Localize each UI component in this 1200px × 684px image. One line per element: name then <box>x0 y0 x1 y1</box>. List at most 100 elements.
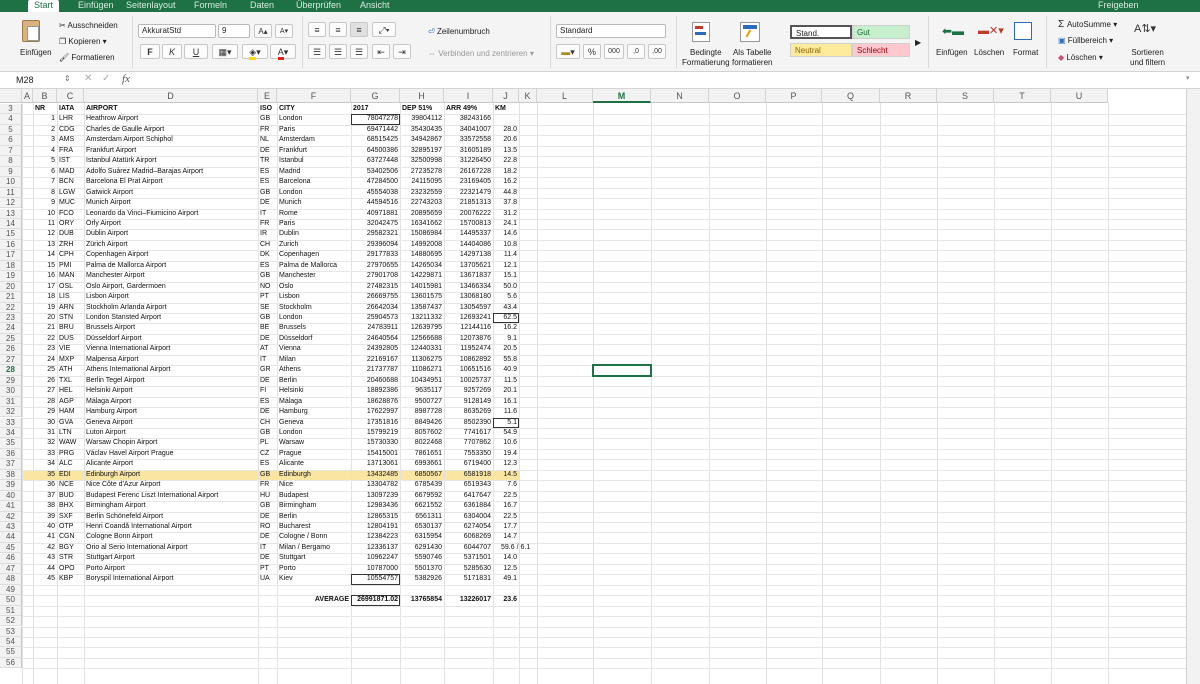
select-all-corner[interactable] <box>0 89 22 103</box>
cell[interactable]: 10.8 <box>493 240 519 250</box>
insert-cells-label[interactable]: Einfügen <box>936 48 968 58</box>
cell[interactable]: 14229871 <box>400 271 444 281</box>
cell[interactable]: Nice Côte d'Azur Airport <box>84 480 258 490</box>
shrink-font-button[interactable]: A▾ <box>275 24 293 38</box>
cell[interactable]: Malpensa Airport <box>84 355 258 365</box>
cell[interactable]: ARR 49% <box>444 104 493 114</box>
cell[interactable]: Boryspil International Airport <box>84 574 258 584</box>
cell[interactable]: Helsinki Airport <box>84 386 258 396</box>
name-box-stepper[interactable]: ⇕ <box>64 74 71 83</box>
cell[interactable]: ES <box>258 167 277 177</box>
column-header-k[interactable]: K <box>519 89 537 103</box>
cell[interactable]: 21 <box>33 323 57 333</box>
cell[interactable]: 43 <box>33 553 57 563</box>
cell[interactable]: 9500727 <box>400 397 444 407</box>
cell[interactable]: MAN <box>57 271 84 281</box>
cell[interactable]: 16.7 <box>493 501 519 511</box>
cell[interactable]: 14.7 <box>493 532 519 542</box>
cell[interactable]: Brussels <box>277 323 351 333</box>
cell[interactable]: 27 <box>33 386 57 396</box>
cell[interactable]: DE <box>258 512 277 522</box>
cell[interactable]: 18.2 <box>493 167 519 177</box>
cell[interactable]: PRG <box>57 449 84 459</box>
cell[interactable]: 24640564 <box>351 334 400 344</box>
cell[interactable]: Lisbon Airport <box>84 292 258 302</box>
cell[interactable]: LTN <box>57 428 84 438</box>
cell[interactable]: London <box>277 313 351 323</box>
cell[interactable]: DE <box>258 334 277 344</box>
function-icon[interactable]: fx <box>122 73 130 85</box>
borders-button[interactable]: ▦▾ <box>212 44 238 59</box>
cell[interactable]: 11.6 <box>493 407 519 417</box>
cell[interactable]: ATH <box>57 365 84 375</box>
cell[interactable]: 14015981 <box>400 282 444 292</box>
cell[interactable]: HEL <box>57 386 84 396</box>
decrease-indent-button[interactable]: ⇤ <box>372 44 390 59</box>
row-header[interactable]: 14 <box>0 218 22 230</box>
cell[interactable]: 20460688 <box>351 376 400 386</box>
cell[interactable]: 15086984 <box>400 229 444 239</box>
cell[interactable]: 12804191 <box>351 522 400 532</box>
cell[interactable]: 6 <box>33 167 57 177</box>
cell[interactable]: DE <box>258 376 277 386</box>
cell[interactable]: 4 <box>33 146 57 156</box>
column-header-i[interactable]: I <box>444 89 493 103</box>
row-header[interactable]: 30 <box>0 386 22 397</box>
cell[interactable]: London Stansted Airport <box>84 313 258 323</box>
row-header[interactable]: 37 <box>0 459 22 470</box>
cell[interactable]: LHR <box>57 114 84 124</box>
cell[interactable]: Nice <box>277 480 351 490</box>
cell[interactable]: KM <box>493 104 519 114</box>
row-header[interactable]: 12 <box>0 198 22 209</box>
align-bottom-button[interactable]: ≡ <box>350 22 368 37</box>
cell[interactable]: 7.6 <box>493 480 519 490</box>
cell[interactable]: Oslo <box>277 282 351 292</box>
cell[interactable]: 16.1 <box>493 397 519 407</box>
cell[interactable]: CH <box>258 418 277 428</box>
cell[interactable]: MXP <box>57 355 84 365</box>
column-header-t[interactable]: T <box>994 89 1051 103</box>
cell[interactable] <box>493 114 519 124</box>
cell[interactable]: STR <box>57 553 84 563</box>
cell[interactable]: Charles de Gaulle Airport <box>84 125 258 135</box>
cell[interactable]: ALC <box>57 459 84 469</box>
cell[interactable]: 6993661 <box>400 459 444 469</box>
cell[interactable]: 12.3 <box>493 459 519 469</box>
underline-button[interactable]: U <box>184 44 208 59</box>
cell[interactable]: 63727448 <box>351 156 400 166</box>
cell[interactable]: 13601575 <box>400 292 444 302</box>
cell[interactable]: KBP <box>57 574 84 584</box>
cell[interactable]: BRU <box>57 323 84 333</box>
cell[interactable]: Manchester Airport <box>84 271 258 281</box>
conditional-format-label[interactable]: Bedingte Formatierung <box>682 48 730 68</box>
cell[interactable]: 27970655 <box>351 261 400 271</box>
cell[interactable]: 20 <box>33 313 57 323</box>
cell[interactable]: 42 <box>33 543 57 553</box>
cell[interactable]: ES <box>258 397 277 407</box>
cell[interactable]: Warsaw Chopin Airport <box>84 438 258 448</box>
cell[interactable]: 13713061 <box>351 459 400 469</box>
cell[interactable]: 15415001 <box>351 449 400 459</box>
cell[interactable]: 22.5 <box>493 512 519 522</box>
increase-indent-button[interactable]: ⇥ <box>393 44 411 59</box>
cell[interactable]: 20076222 <box>444 209 493 219</box>
grow-font-button[interactable]: A▴ <box>254 24 272 38</box>
cell[interactable]: Geneva Airport <box>84 418 258 428</box>
cell[interactable]: TXL <box>57 376 84 386</box>
cell[interactable]: 12983436 <box>351 501 400 511</box>
row-header[interactable]: 52 <box>0 616 22 627</box>
cell[interactable]: Stockholm Arlanda Airport <box>84 303 258 313</box>
cell[interactable]: 64500386 <box>351 146 400 156</box>
align-left-button[interactable]: ☰ <box>308 44 326 59</box>
row-header[interactable]: 11 <box>0 187 22 199</box>
cell[interactable]: CH <box>258 240 277 250</box>
cell[interactable]: 22.8 <box>493 156 519 166</box>
cell[interactable]: 5 <box>33 156 57 166</box>
cell[interactable]: Copenhagen Airport <box>84 250 258 260</box>
cell[interactable]: NO <box>258 282 277 292</box>
cell[interactable]: GVA <box>57 418 84 428</box>
cell[interactable]: 6561311 <box>400 512 444 522</box>
cell[interactable]: DE <box>258 407 277 417</box>
font-size-select[interactable]: 9 <box>218 24 250 38</box>
cell[interactable]: Munich Airport <box>84 198 258 208</box>
